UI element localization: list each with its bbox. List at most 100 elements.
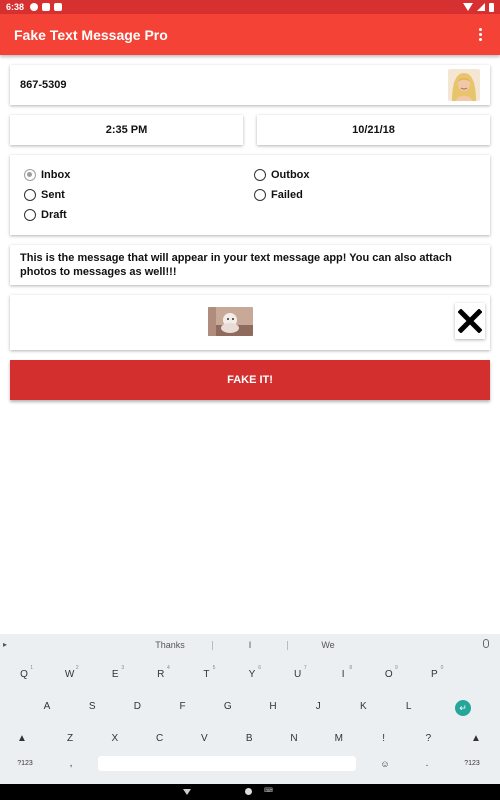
emoji-icon[interactable]: ☺ — [372, 756, 398, 771]
key-label[interactable]: ? — [426, 733, 432, 744]
suggestion-1[interactable]: Thanks — [150, 640, 190, 650]
key-label[interactable]: P — [431, 669, 438, 680]
key-f[interactable]: F — [168, 696, 198, 716]
radio-failed[interactable]: Failed — [254, 189, 303, 201]
key-v[interactable]: V — [189, 728, 219, 748]
key-label[interactable]: T — [203, 669, 209, 680]
shift-icon-right[interactable]: ▲ — [462, 728, 490, 748]
radio-unchecked-icon[interactable] — [254, 169, 266, 181]
radio-outbox[interactable]: Outbox — [254, 169, 310, 181]
key-g[interactable]: G — [213, 696, 243, 716]
symbols-key[interactable]: ?123 — [8, 756, 42, 771]
period-key[interactable]: . — [412, 756, 442, 771]
key-exclaim[interactable]: ! — [369, 728, 399, 748]
key-label[interactable]: J — [316, 701, 321, 712]
remove-photo-button[interactable] — [455, 303, 485, 339]
key-label[interactable]: V — [201, 733, 208, 744]
key-label[interactable]: E — [112, 669, 119, 680]
key-d[interactable]: D — [122, 696, 152, 716]
enter-icon[interactable]: ↵ — [455, 700, 471, 716]
key-a[interactable]: A — [32, 696, 62, 716]
fake-it-button[interactable]: FAKE IT! — [10, 360, 490, 400]
back-icon[interactable] — [183, 789, 191, 795]
shift-icon[interactable]: ▲ — [8, 728, 36, 748]
radio-unchecked-icon[interactable] — [24, 189, 36, 201]
key-h[interactable]: H — [258, 696, 288, 716]
key-y[interactable]: Y6 — [237, 664, 267, 684]
key-o[interactable]: O9 — [374, 664, 404, 684]
key-label[interactable]: ! — [382, 733, 385, 744]
date-value[interactable]: 10/21/18 — [352, 124, 395, 136]
radio-inbox[interactable]: Inbox — [24, 169, 70, 181]
time-value[interactable]: 2:35 PM — [106, 124, 148, 136]
space-key[interactable] — [98, 756, 356, 771]
suggestion-3[interactable]: We — [316, 640, 340, 650]
key-label[interactable]: Z — [67, 733, 73, 744]
key-w[interactable]: W2 — [55, 664, 85, 684]
suggestion-2[interactable]: I — [240, 640, 260, 650]
key-s[interactable]: S — [77, 696, 107, 716]
radio-label[interactable]: Sent — [41, 189, 65, 201]
mic-icon[interactable] — [483, 639, 489, 648]
key-j[interactable]: J — [303, 696, 333, 716]
key-c[interactable]: C — [145, 728, 175, 748]
key-label[interactable]: A — [44, 701, 51, 712]
radio-label[interactable]: Inbox — [41, 169, 70, 181]
key-e[interactable]: E3 — [100, 664, 130, 684]
key-question[interactable]: ? — [413, 728, 443, 748]
contact-avatar[interactable] — [448, 69, 480, 101]
key-n[interactable]: N — [279, 728, 309, 748]
chevron-right-icon[interactable]: ▸ — [3, 640, 7, 649]
key-p[interactable]: P0 — [419, 664, 449, 684]
key-label[interactable]: Q — [20, 669, 28, 680]
key-label[interactable]: F — [180, 701, 186, 712]
attached-photo[interactable] — [208, 307, 253, 336]
keyboard-switch-icon[interactable]: ⌨ — [264, 787, 273, 794]
time-picker[interactable]: 2:35 PM — [10, 115, 243, 145]
key-label[interactable]: L — [406, 701, 412, 712]
radio-label[interactable]: Draft — [41, 209, 67, 221]
message-field[interactable]: This is the message that will appear in … — [10, 245, 490, 285]
key-label[interactable]: I — [342, 669, 345, 680]
key-label[interactable]: C — [156, 733, 163, 744]
radio-unchecked-icon[interactable] — [254, 189, 266, 201]
close-icon[interactable] — [458, 309, 482, 333]
comma-key[interactable]: , — [56, 756, 86, 771]
home-icon[interactable] — [245, 788, 252, 795]
key-label[interactable]: Y — [249, 669, 256, 680]
key-b[interactable]: B — [234, 728, 264, 748]
key-label[interactable]: D — [134, 701, 141, 712]
key-q[interactable]: Q1 — [9, 664, 39, 684]
radio-draft[interactable]: Draft — [24, 209, 67, 221]
radio-label[interactable]: Failed — [271, 189, 303, 201]
radio-checked-icon[interactable] — [24, 169, 36, 181]
date-picker[interactable]: 10/21/18 — [257, 115, 490, 145]
key-label[interactable]: X — [111, 733, 118, 744]
key-l[interactable]: L — [394, 696, 424, 716]
key-z[interactable]: Z — [55, 728, 85, 748]
key-t[interactable]: T5 — [191, 664, 221, 684]
key-r[interactable]: R4 — [146, 664, 176, 684]
key-label[interactable]: W — [65, 669, 74, 680]
key-label[interactable]: N — [290, 733, 297, 744]
key-u[interactable]: U7 — [283, 664, 313, 684]
overflow-menu-icon[interactable] — [474, 28, 486, 41]
key-label[interactable]: R — [157, 669, 164, 680]
key-label[interactable]: K — [360, 701, 367, 712]
key-label[interactable]: S — [89, 701, 96, 712]
key-label[interactable]: H — [269, 701, 276, 712]
key-label[interactable]: U — [294, 669, 301, 680]
radio-label[interactable]: Outbox — [271, 169, 310, 181]
key-i[interactable]: I8 — [328, 664, 358, 684]
key-k[interactable]: K — [348, 696, 378, 716]
symbols-key-right[interactable]: ?123 — [454, 756, 490, 771]
key-label[interactable]: O — [385, 669, 393, 680]
message-text[interactable]: This is the message that will appear in … — [20, 252, 452, 278]
radio-unchecked-icon[interactable] — [24, 209, 36, 221]
key-label[interactable]: G — [224, 701, 232, 712]
key-x[interactable]: X — [100, 728, 130, 748]
phone-number[interactable]: 867-5309 — [20, 79, 67, 91]
phone-number-field[interactable]: 867-5309 — [10, 65, 490, 105]
key-label[interactable]: B — [246, 733, 253, 744]
radio-sent[interactable]: Sent — [24, 189, 65, 201]
